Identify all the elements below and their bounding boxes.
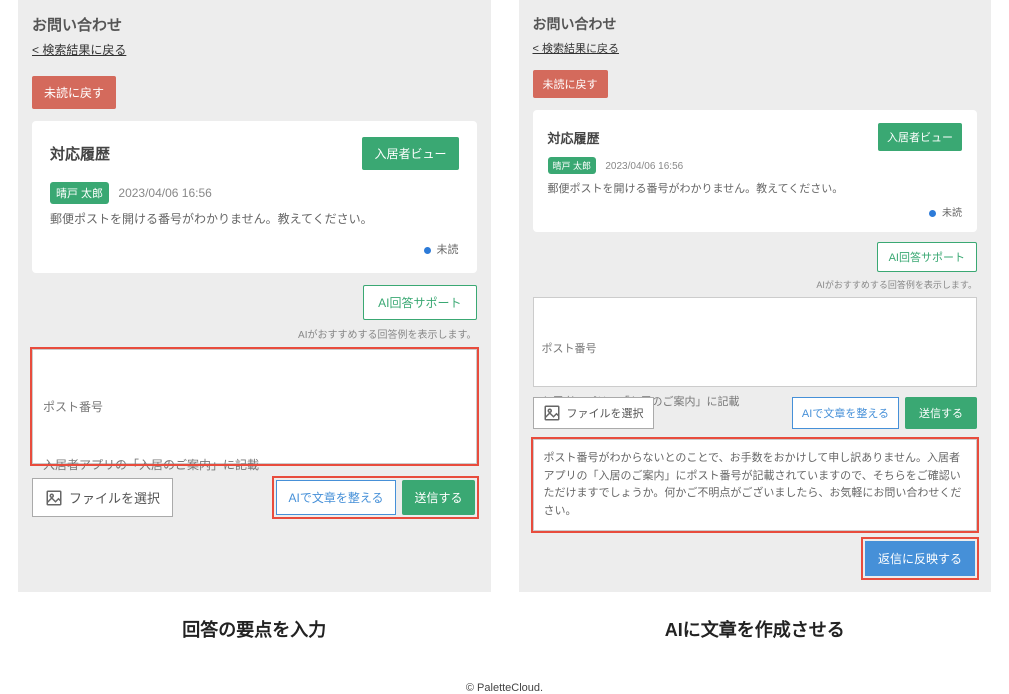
history-title: 対応履歴 xyxy=(50,143,110,164)
history-card: 対応履歴 入居者ビュー 晴戸 太郎 2023/04/06 16:56 郵便ポスト… xyxy=(533,110,978,232)
inquiry-panel-right: お問い合わせ < 検索結果に戻る 未読に戻す 対応履歴 入居者ビュー 晴戸 太郎… xyxy=(519,0,992,592)
caption-left: 回答の要点を入力 xyxy=(18,616,491,642)
sender-name-badge: 晴戸 太郎 xyxy=(50,182,109,204)
history-title: 対応履歴 xyxy=(548,128,600,147)
file-select-button[interactable]: ファイルを選択 xyxy=(533,397,654,429)
reply-line-1: ポスト番号 xyxy=(43,398,466,417)
back-to-results-link[interactable]: < 検索結果に戻る xyxy=(533,43,619,55)
send-button[interactable]: 送信する xyxy=(905,397,977,429)
resident-view-button[interactable]: 入居者ビュー xyxy=(878,123,962,151)
ai-generated-output: ポスト番号がわからないとのことで、お手数をおかけして申し訳ありません。入居者アプ… xyxy=(533,439,978,531)
file-select-label: ファイルを選択 xyxy=(69,488,160,507)
ai-hint-text: AIがおすすめする回答例を表示します。 xyxy=(32,326,477,341)
back-to-results-link[interactable]: < 検索結果に戻る xyxy=(32,43,126,57)
image-icon xyxy=(543,404,561,422)
message-text: 郵便ポストを開ける番号がわかりません。教えてください。 xyxy=(50,210,459,227)
ai-support-button[interactable]: AI回答サポート xyxy=(363,285,476,320)
ai-hint-text: AIがおすすめする回答例を表示します。 xyxy=(533,278,978,291)
reply-textarea[interactable]: ポスト番号 入居者アプリの「入居のご案内」に記載 xyxy=(32,349,477,464)
reflect-to-reply-button[interactable]: 返信に反映する xyxy=(865,541,975,576)
inquiry-panel-left: お問い合わせ < 検索結果に戻る 未読に戻す 対応履歴 入居者ビュー 晴戸 太郎… xyxy=(18,0,491,592)
status-dot-icon xyxy=(424,247,431,254)
file-select-label: ファイルを選択 xyxy=(567,405,644,421)
mark-unread-button[interactable]: 未読に戻す xyxy=(533,70,608,98)
status-label: 未読 xyxy=(942,208,962,219)
status-row: 未読 xyxy=(548,204,963,219)
resident-view-button[interactable]: 入居者ビュー xyxy=(362,137,458,170)
mark-unread-button[interactable]: 未読に戻す xyxy=(32,76,116,109)
status-label: 未読 xyxy=(437,244,459,256)
status-row: 未読 xyxy=(50,241,459,257)
status-dot-icon xyxy=(929,210,936,217)
reply-line-1: ポスト番号 xyxy=(542,341,969,359)
page-title: お問い合わせ xyxy=(32,14,477,35)
ai-arrange-button[interactable]: AIで文章を整える xyxy=(276,480,397,515)
file-select-button[interactable]: ファイルを選択 xyxy=(32,478,173,517)
caption-right: AIに文章を作成させる xyxy=(519,616,992,642)
reply-textarea[interactable]: ポスト番号 入居者アプリの「入居のご案内」に記載 xyxy=(533,297,978,387)
footer-copyright: © PaletteCloud. xyxy=(0,682,1009,694)
send-button[interactable]: 送信する xyxy=(402,480,474,515)
message-text: 郵便ポストを開ける番号がわかりません。教えてください。 xyxy=(548,180,963,196)
ai-support-button[interactable]: AI回答サポート xyxy=(877,242,977,272)
page-title: お問い合わせ xyxy=(533,14,978,34)
message-timestamp: 2023/04/06 16:56 xyxy=(118,186,211,200)
sender-name-badge: 晴戸 太郎 xyxy=(548,157,597,174)
reply-line-2: 入居者アプリの「入居のご案内」に記載 xyxy=(43,456,466,475)
ai-arrange-button[interactable]: AIで文章を整える xyxy=(792,397,899,429)
history-card: 対応履歴 入居者ビュー 晴戸 太郎 2023/04/06 16:56 郵便ポスト… xyxy=(32,121,477,273)
message-timestamp: 2023/04/06 16:56 xyxy=(605,161,683,172)
image-icon xyxy=(45,489,63,507)
